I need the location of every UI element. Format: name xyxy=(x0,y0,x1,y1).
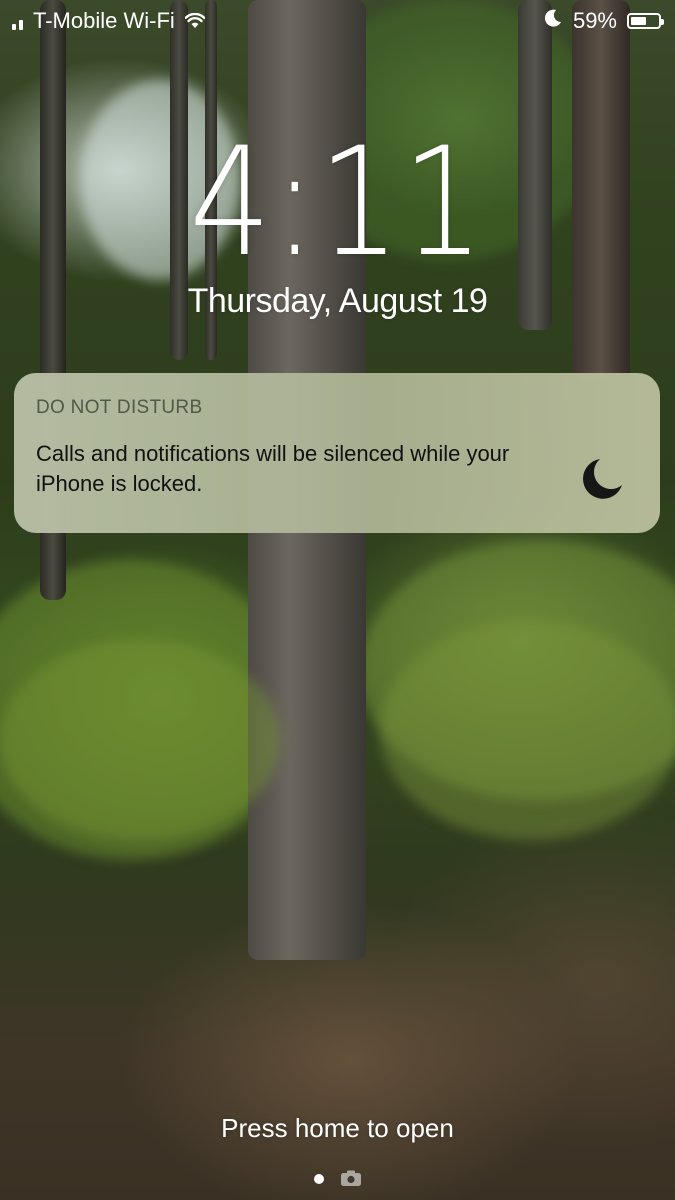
moon-icon xyxy=(582,459,622,499)
lock-screen: T-Mobile Wi-Fi 59% 4:11 Thursday, August… xyxy=(0,0,675,1200)
do-not-disturb-notification[interactable]: DO NOT DISTURB Calls and notifications w… xyxy=(14,373,660,533)
status-left: T-Mobile Wi-Fi xyxy=(12,8,205,34)
do-not-disturb-moon-icon xyxy=(543,8,563,34)
page-indicator[interactable] xyxy=(0,1170,675,1187)
battery-level-fill xyxy=(631,17,646,25)
notification-message: Calls and notifications will be silenced… xyxy=(36,441,510,496)
lock-screen-time: 4:11 xyxy=(189,116,486,290)
status-bar: T-Mobile Wi-Fi 59% xyxy=(0,0,675,44)
foliage-decoration xyxy=(0,640,280,840)
notification-app-name: DO NOT DISTURB xyxy=(36,397,203,418)
wifi-icon xyxy=(184,13,205,29)
cellular-signal-icon xyxy=(12,12,23,30)
camera-icon[interactable] xyxy=(340,1170,362,1187)
battery-percent: 59% xyxy=(572,8,617,33)
press-home-hint: Press home to open xyxy=(221,1113,454,1143)
lock-screen-date: Thursday, August 19 xyxy=(187,282,488,320)
status-right: 59% xyxy=(543,8,664,34)
page-dot-current xyxy=(313,1173,324,1184)
battery-icon xyxy=(627,13,664,29)
carrier-label: T-Mobile Wi-Fi xyxy=(33,8,175,33)
foliage-decoration xyxy=(380,620,675,840)
